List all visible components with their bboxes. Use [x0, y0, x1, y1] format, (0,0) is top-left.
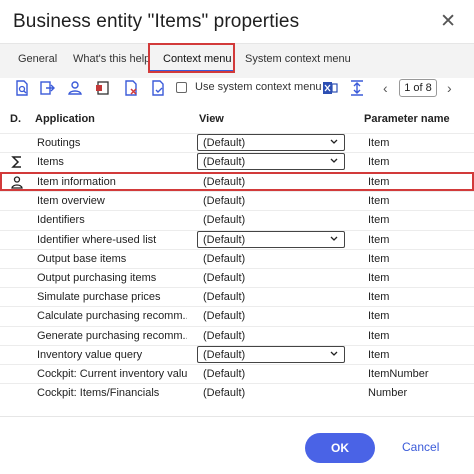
view-cell: (Default) — [203, 291, 246, 303]
chevron-down-icon — [330, 139, 338, 144]
column-header-application[interactable]: Application — [35, 113, 95, 125]
export-icon[interactable] — [38, 79, 56, 97]
parameter-cell: Item — [368, 349, 390, 361]
parameter-cell: Item — [368, 253, 390, 265]
table-row[interactable]: Output purchasing items (Default) Item — [0, 268, 474, 287]
tab-highlight-box — [148, 43, 235, 73]
chevron-down-icon — [330, 158, 338, 163]
parameter-cell: Item — [368, 214, 390, 226]
parameter-cell: ItemNumber — [368, 368, 429, 380]
parameter-cell: Item — [368, 272, 390, 284]
application-cell: Items — [37, 156, 64, 168]
parameter-cell: Item — [368, 156, 390, 168]
parameter-cell: Item — [368, 176, 390, 188]
application-cell: Identifiers — [37, 214, 85, 226]
next-page-icon[interactable]: › — [447, 79, 452, 97]
search-doc-icon[interactable] — [13, 79, 31, 97]
application-cell: Item overview — [37, 195, 105, 207]
checked-doc-icon[interactable] — [149, 79, 167, 97]
id-card-icon[interactable] — [94, 79, 112, 97]
table-row[interactable]: Identifiers (Default) Item — [0, 210, 474, 229]
chevron-down-icon — [330, 236, 338, 241]
dialog-title: Business entity "Items" properties — [13, 11, 300, 32]
table-row-selected[interactable]: Item information (Default) Item — [0, 172, 474, 191]
use-system-context-menu-checkbox[interactable] — [176, 82, 187, 93]
application-cell: Inventory value query — [37, 349, 143, 361]
prev-page-icon[interactable]: ‹ — [383, 79, 388, 97]
view-cell: (Default) — [203, 234, 246, 246]
table-row[interactable]: Routings (Default) Item — [0, 133, 474, 152]
application-cell: Item information — [37, 176, 116, 188]
application-cell: Identifier where-used list — [37, 234, 157, 246]
column-header-parameter[interactable]: Parameter name — [364, 113, 450, 125]
table-row[interactable]: Item overview (Default) Item — [0, 191, 474, 210]
parameter-cell: Item — [368, 291, 390, 303]
table-header: D. Application View Parameter name — [0, 110, 474, 130]
table-row[interactable]: Inventory value query (Default) Item — [0, 345, 474, 364]
view-cell: (Default) — [203, 195, 246, 207]
view-cell: (Default) — [203, 310, 246, 322]
application-cell: Output base items — [37, 253, 127, 265]
table-row[interactable]: Identifier where-used list (Default) Ite… — [0, 230, 474, 249]
view-cell: (Default) — [203, 253, 246, 265]
parameter-cell: Item — [368, 195, 390, 207]
footer-divider — [0, 416, 474, 417]
tab-bar: General What's this help Context menu Sy… — [0, 43, 474, 78]
excel-icon[interactable] — [321, 79, 339, 97]
view-cell: (Default) — [203, 330, 246, 342]
view-cell: (Default) — [203, 387, 246, 399]
cancel-button[interactable]: Cancel — [402, 440, 439, 454]
view-dropdown[interactable]: (Default) — [197, 134, 345, 151]
table-row[interactable]: Output base items (Default) Item — [0, 249, 474, 268]
align-icon[interactable] — [348, 79, 366, 97]
close-icon[interactable]: ✕ — [440, 10, 456, 34]
ok-button[interactable]: OK — [305, 433, 375, 463]
sigma-icon — [11, 156, 21, 168]
view-cell: (Default) — [203, 368, 246, 380]
tab-whats-this-help[interactable]: What's this help — [73, 44, 150, 78]
table-row[interactable]: Calculate purchasing recomm... (Default)… — [0, 306, 474, 325]
view-cell: (Default) — [203, 137, 246, 149]
view-cell: (Default) — [203, 176, 246, 188]
application-cell: Cockpit: Items/Financials — [37, 387, 160, 399]
application-cell: Routings — [37, 137, 81, 149]
view-cell: (Default) — [203, 349, 246, 361]
application-cell: Cockpit: Current inventory valu... — [37, 368, 187, 380]
parameter-cell: Item — [368, 137, 390, 149]
view-cell: (Default) — [203, 214, 246, 226]
delete-doc-icon[interactable] — [122, 79, 140, 97]
table-row[interactable]: Items (Default) Item — [0, 152, 474, 171]
table-row[interactable]: Cockpit: Items/Financials (Default) Numb… — [0, 383, 474, 402]
view-cell: (Default) — [203, 156, 246, 168]
tab-system-context-menu[interactable]: System context menu — [245, 44, 351, 78]
application-cell: Output purchasing items — [37, 272, 157, 284]
application-cell: Simulate purchase prices — [37, 291, 161, 303]
use-system-context-menu-label: Use system context menu — [195, 81, 322, 93]
application-cell: Calculate purchasing recomm... — [37, 310, 187, 322]
parameter-cell: Number — [368, 387, 408, 399]
view-dropdown[interactable]: (Default) — [197, 153, 345, 170]
tab-general[interactable]: General — [18, 44, 57, 78]
person-icon[interactable] — [66, 79, 84, 97]
table-row[interactable]: Simulate purchase prices (Default) Item — [0, 287, 474, 306]
parameter-cell: Item — [368, 234, 390, 246]
parameter-cell: Item — [368, 310, 390, 322]
application-cell: Generate purchasing recomm... — [37, 330, 187, 342]
person-icon — [11, 176, 23, 189]
view-dropdown[interactable]: (Default) — [197, 346, 345, 363]
table-row[interactable]: Generate purchasing recomm... (Default) … — [0, 326, 474, 345]
view-cell: (Default) — [203, 272, 246, 284]
table-row[interactable]: Cockpit: Current inventory valu... (Defa… — [0, 364, 474, 383]
parameter-cell: Item — [368, 330, 390, 342]
column-header-view[interactable]: View — [199, 113, 224, 125]
chevron-down-icon — [330, 351, 338, 356]
page-indicator[interactable]: 1 of 8 — [399, 79, 437, 97]
view-dropdown[interactable]: (Default) — [197, 231, 345, 248]
column-header-d[interactable]: D. — [10, 113, 21, 125]
